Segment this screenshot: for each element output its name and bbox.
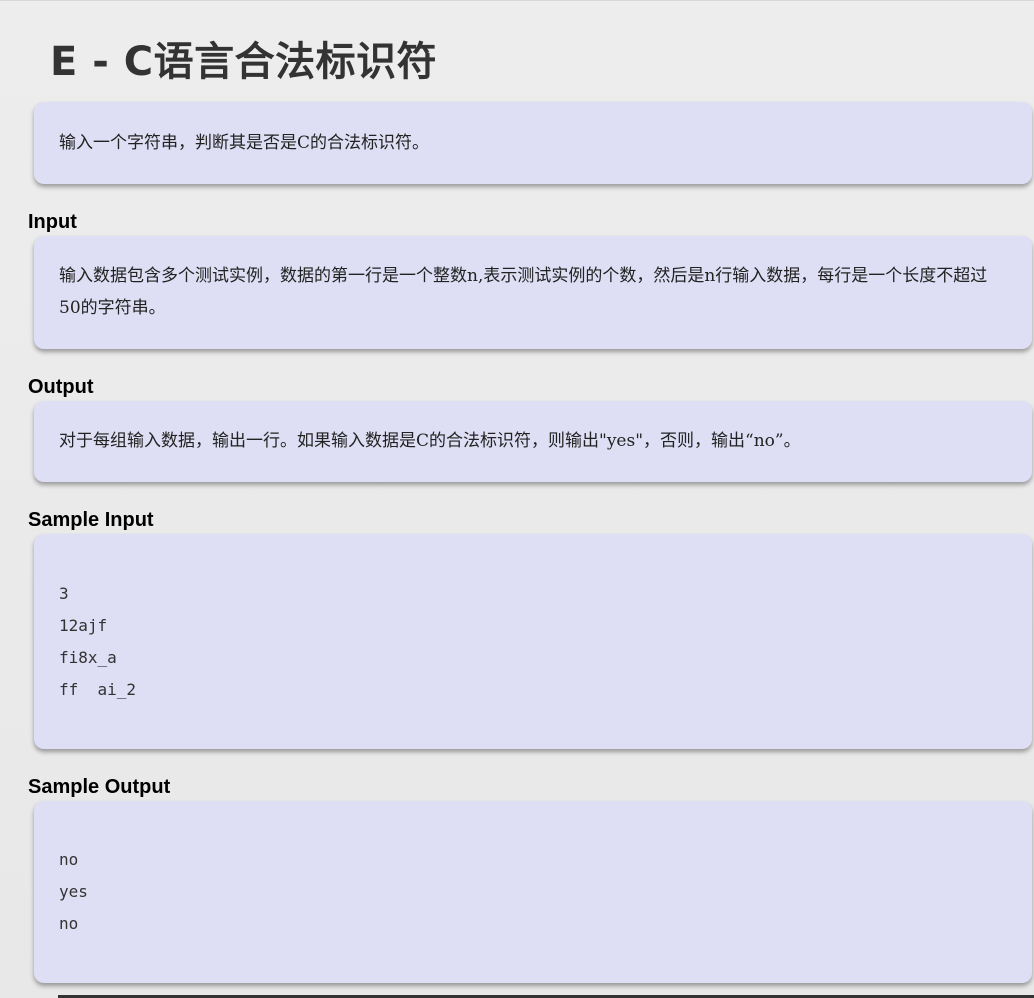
sample-output-block: no yes no — [59, 844, 1007, 940]
sample-output-line: no — [59, 914, 79, 933]
sample-input-line: 12ajf — [59, 616, 108, 635]
input-text: 输入数据包含多个测试实例，数据的第一行是一个整数n,表示测试实例的个数，然后是n… — [59, 266, 988, 318]
input-heading: Input — [28, 211, 77, 233]
sample-input-block: 3 12ajf fi8x_a ff ai_2 — [59, 578, 1007, 706]
sample-input-line: fi8x_a — [59, 648, 117, 667]
description-text: 输入一个字符串，判断其是否是C的合法标识符。 — [59, 133, 430, 153]
output-text: 对于每组输入数据，输出一行。如果输入数据是C的合法标识符，则输出"yes"，否则… — [59, 431, 801, 451]
input-panel: 输入数据包含多个测试实例，数据的第一行是一个整数n,表示测试实例的个数，然后是n… — [34, 236, 1032, 349]
sample-input-heading: Sample Input — [28, 509, 154, 531]
sample-input-line: 3 — [59, 584, 69, 603]
output-heading: Output — [28, 376, 94, 398]
sample-output-line: yes — [59, 882, 88, 901]
problem-page: E - C语言合法标识符 输入一个字符串，判断其是否是C的合法标识符。 Inpu… — [0, 0, 1034, 998]
sample-output-line: no — [59, 850, 79, 869]
sample-input-panel: 3 12ajf fi8x_a ff ai_2 — [34, 534, 1032, 749]
description-panel: 输入一个字符串，判断其是否是C的合法标识符。 — [34, 102, 1032, 184]
sample-input-line: ff ai_2 — [59, 680, 137, 699]
problem-title: E - C语言合法标识符 — [50, 39, 438, 85]
sample-output-heading: Sample Output — [28, 776, 171, 798]
output-panel: 对于每组输入数据，输出一行。如果输入数据是C的合法标识符，则输出"yes"，否则… — [34, 401, 1032, 482]
sample-output-panel: no yes no — [34, 801, 1032, 983]
